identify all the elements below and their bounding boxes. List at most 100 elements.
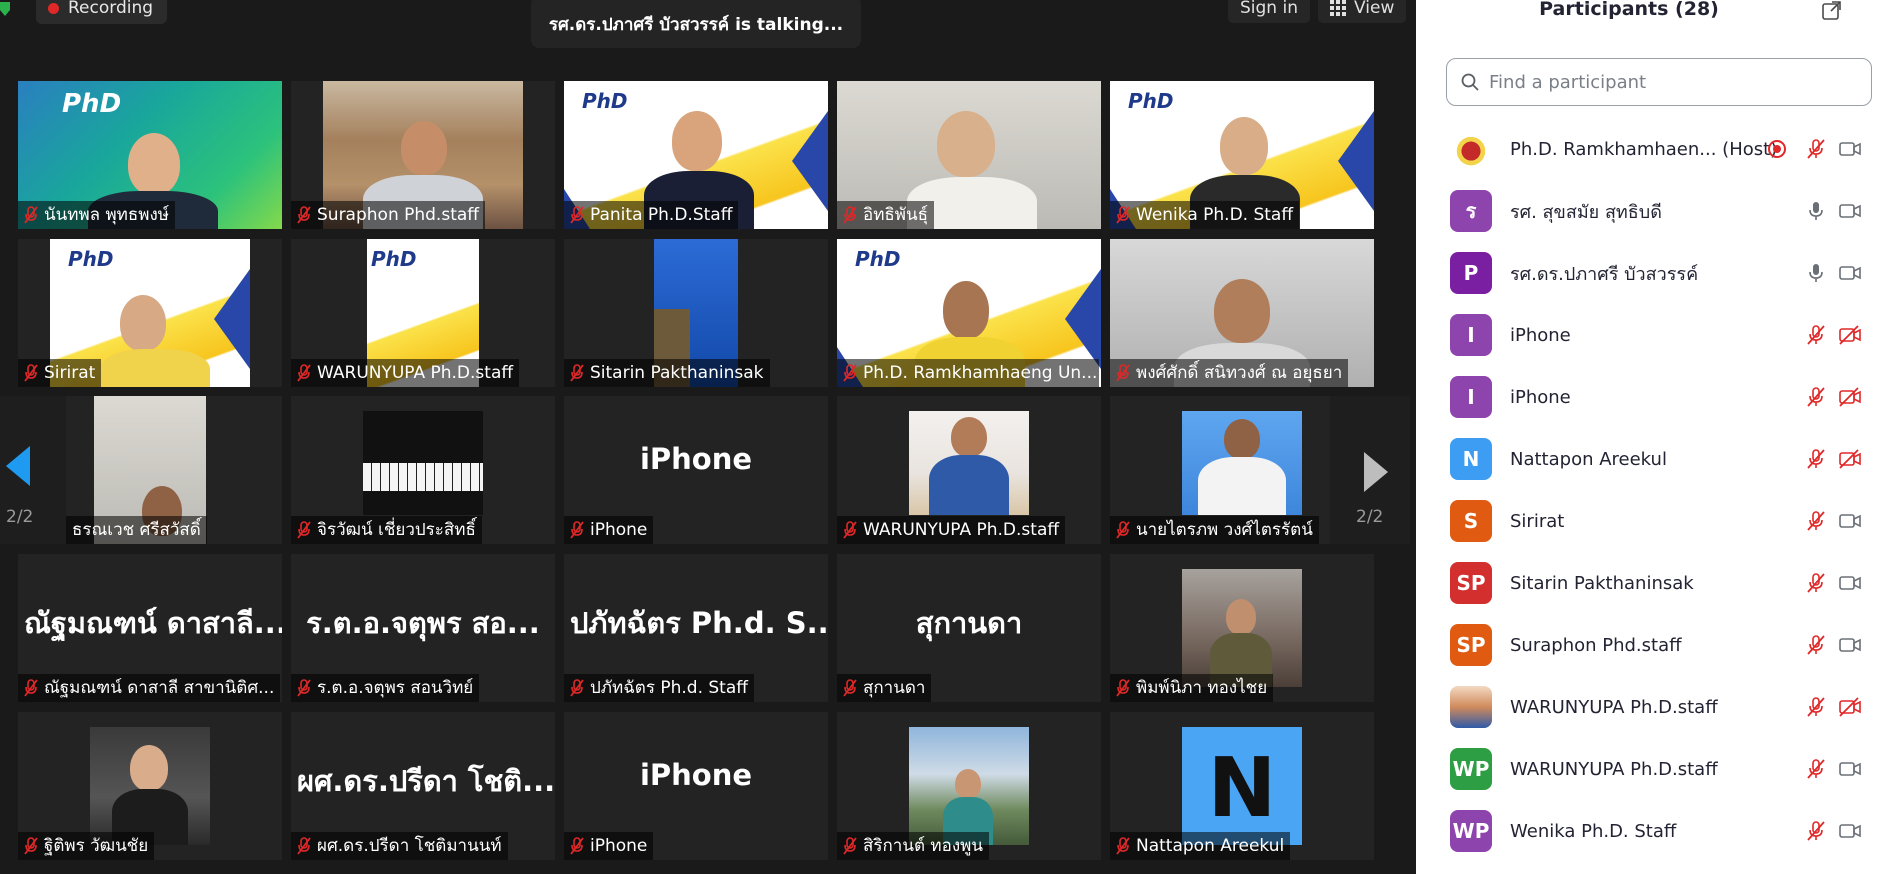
mic-muted-icon[interactable]	[1804, 509, 1828, 533]
video-tile[interactable]: PhD Sirirat	[18, 239, 282, 387]
video-tile[interactable]: ปภัทฉัตร Ph.d. S... ปภัทฉัตร Ph.d. Staff	[564, 554, 828, 702]
video-tile[interactable]: ฐิติพร วัฒนชัย	[18, 712, 282, 860]
video-off-icon[interactable]	[1838, 385, 1862, 409]
video-tile[interactable]: PhD นันทพล พุทธพงษ์	[18, 81, 282, 229]
participant-name-label: Wenika Ph.D. Staff	[1110, 201, 1300, 229]
mic-muted-icon	[570, 521, 584, 539]
participant-video	[363, 411, 483, 515]
participant-row[interactable]: SP Suraphon Phd.staff	[1416, 614, 1878, 676]
zoom-meeting-window: Recording รศ.ดร.ปภาศรี บัวสวรรค์ is talk…	[0, 0, 1878, 874]
participant-row[interactable]: Ph.D. Ramkhamhaen... (Host)	[1416, 118, 1878, 180]
video-tile[interactable]: iPhone iPhone	[564, 396, 828, 544]
participant-row[interactable]: IiPhone	[1416, 304, 1878, 366]
recording-indicator[interactable]: Recording	[36, 0, 168, 24]
participant-name-label: พงศ์ศักดิ์ สนิทวงศ์ ณ อยุธยา	[1110, 359, 1349, 387]
participant-row[interactable]: ร รศ. สุขสมัย สุทธิบดี	[1416, 180, 1878, 242]
video-tile[interactable]: อิทธิพันธุ์	[837, 81, 1101, 229]
recording-label: Recording	[68, 0, 154, 18]
participant-row[interactable]: IiPhone	[1416, 366, 1878, 428]
mic-muted-icon	[1116, 837, 1130, 855]
avatar: SP	[1450, 562, 1492, 604]
recording-icon	[1768, 140, 1786, 158]
video-off-icon[interactable]	[1838, 447, 1862, 471]
participant-row[interactable]: SP Sitarin Pakthaninsak	[1416, 552, 1878, 614]
video-tile[interactable]: PhD Panita Ph.D.Staff	[564, 81, 828, 229]
avatar-initials: ร	[1465, 199, 1477, 223]
mic-muted-icon[interactable]	[1804, 323, 1828, 347]
mic-muted-icon[interactable]	[1804, 137, 1828, 161]
security-shield-icon	[0, 2, 10, 16]
mic-muted-icon[interactable]	[1804, 447, 1828, 471]
video-tile[interactable]: iPhone iPhone	[564, 712, 828, 860]
avatar: WP	[1450, 810, 1492, 852]
next-page-arrow-icon[interactable]	[1364, 452, 1388, 492]
video-tile[interactable]: Sitarin Pakthaninsak	[564, 239, 828, 387]
sign-in-button[interactable]: Sign in	[1228, 0, 1310, 23]
video-off-icon[interactable]	[1838, 695, 1862, 719]
phd-logo-icon: PhD	[582, 89, 628, 113]
avatar	[1450, 128, 1492, 170]
mic-icon[interactable]	[1804, 261, 1828, 285]
avatar-initials: SP	[1456, 571, 1486, 595]
video-camera-icon[interactable]	[1838, 819, 1862, 843]
video-camera-icon[interactable]	[1838, 571, 1862, 595]
active-speaker-banner: รศ.ดร.ปภาศรี บัวสวรรค์ is talking...	[531, 0, 861, 48]
mic-muted-icon[interactable]	[1804, 571, 1828, 595]
video-camera-icon[interactable]	[1838, 199, 1862, 223]
participant-row[interactable]: S Sirirat	[1416, 490, 1878, 552]
video-tile[interactable]: N Nattapon Areekul	[1110, 712, 1374, 860]
previous-page-arrow-icon[interactable]	[6, 446, 30, 486]
video-camera-icon[interactable]	[1838, 757, 1862, 781]
video-camera-icon[interactable]	[1838, 509, 1862, 533]
mic-muted-icon[interactable]	[1804, 695, 1828, 719]
video-tile[interactable]: WARUNYUPA Ph.D.staff	[837, 396, 1101, 544]
mic-muted-icon[interactable]	[1804, 385, 1828, 409]
video-tile[interactable]: PhD Ph.D. Ramkhamhaeng Un...	[837, 239, 1101, 387]
mic-muted-icon[interactable]	[1804, 819, 1828, 843]
participant-name-label: ผศ.ดร.ปรีดา โชติมานนท์	[291, 832, 508, 860]
avatar-initials: P	[1463, 261, 1479, 285]
participant-row[interactable]: P รศ.ดร.ปภาศรี บัวสวรรค์	[1416, 242, 1878, 304]
participant-name-placeholder: iPhone	[639, 758, 753, 792]
video-tile[interactable]: PhD WARUNYUPA Ph.D.staff	[291, 239, 555, 387]
participant-row[interactable]: WP Wenika Ph.D. Staff	[1416, 800, 1878, 862]
video-tile[interactable]: สิริกานต์ ทองพูน	[837, 712, 1101, 860]
video-tile[interactable]: Suraphon Phd.staff	[291, 81, 555, 229]
participant-name: Nattapon Areekul	[1510, 448, 1667, 470]
video-camera-icon[interactable]	[1838, 633, 1862, 657]
video-camera-icon[interactable]	[1838, 137, 1862, 161]
participant-name-label: ปภัทฉัตร Ph.d. Staff	[564, 674, 754, 702]
participant-row[interactable]: WARUNYUPA Ph.D.staff	[1416, 676, 1878, 738]
avatar: SP	[1450, 624, 1492, 666]
participant-name-label: iPhone	[564, 832, 654, 860]
pop-out-icon[interactable]	[1822, 0, 1842, 20]
view-button[interactable]: View	[1318, 0, 1407, 23]
video-tile[interactable]: ธรณเวช ศรีสวัสดิ์	[66, 396, 282, 544]
video-off-icon[interactable]	[1838, 323, 1862, 347]
phd-logo-icon: PhD	[62, 89, 122, 119]
mic-muted-icon[interactable]	[1804, 757, 1828, 781]
video-tile[interactable]: พิมพ์นิภา ทองไชย	[1110, 554, 1374, 702]
participant-name-label: Suraphon Phd.staff	[291, 201, 485, 229]
video-tile[interactable]: ผศ.ดร.ปรีดา โชติ... ผศ.ดร.ปรีดา โชติมานน…	[291, 712, 555, 860]
avatar: N	[1450, 438, 1492, 480]
video-tile[interactable]: จิรวัฒน์ เชี่ยวประสิทธิ์	[291, 396, 555, 544]
participant-row[interactable]: WP WARUNYUPA Ph.D.staff	[1416, 738, 1878, 800]
video-camera-icon[interactable]	[1838, 261, 1862, 285]
mic-icon[interactable]	[1804, 199, 1828, 223]
video-tile[interactable]: สุกานดา สุกานดา	[837, 554, 1101, 702]
participant-name-label: ธรณเวช ศรีสวัสดิ์	[66, 516, 207, 544]
video-tile[interactable]: นายไตรภพ วงศ์ไตรรัตน์	[1110, 396, 1330, 544]
video-tile[interactable]: ร.ต.อ.จตุพร สอ... ร.ต.อ.จตุพร สอนวิทย์	[291, 554, 555, 702]
avatar: ร	[1450, 190, 1492, 232]
participant-name-label: ฐิติพร วัฒนชัย	[18, 832, 155, 860]
search-input[interactable]	[1489, 71, 1849, 93]
video-tile[interactable]: ณัฐมณฑน์ ดาสาลี... ณัฐมณฑน์ ดาสาลี สาขาน…	[18, 554, 282, 702]
video-tile[interactable]: พงศ์ศักดิ์ สนิทวงศ์ ณ อยุธยา	[1110, 239, 1374, 387]
mic-muted-icon[interactable]	[1804, 633, 1828, 657]
participant-row[interactable]: N Nattapon Areekul	[1416, 428, 1878, 490]
avatar: WP	[1450, 748, 1492, 790]
video-tile[interactable]: PhD Wenika Ph.D. Staff	[1110, 81, 1374, 229]
participant-name: Sirirat	[1510, 510, 1565, 532]
participant-search-box[interactable]	[1446, 58, 1872, 106]
